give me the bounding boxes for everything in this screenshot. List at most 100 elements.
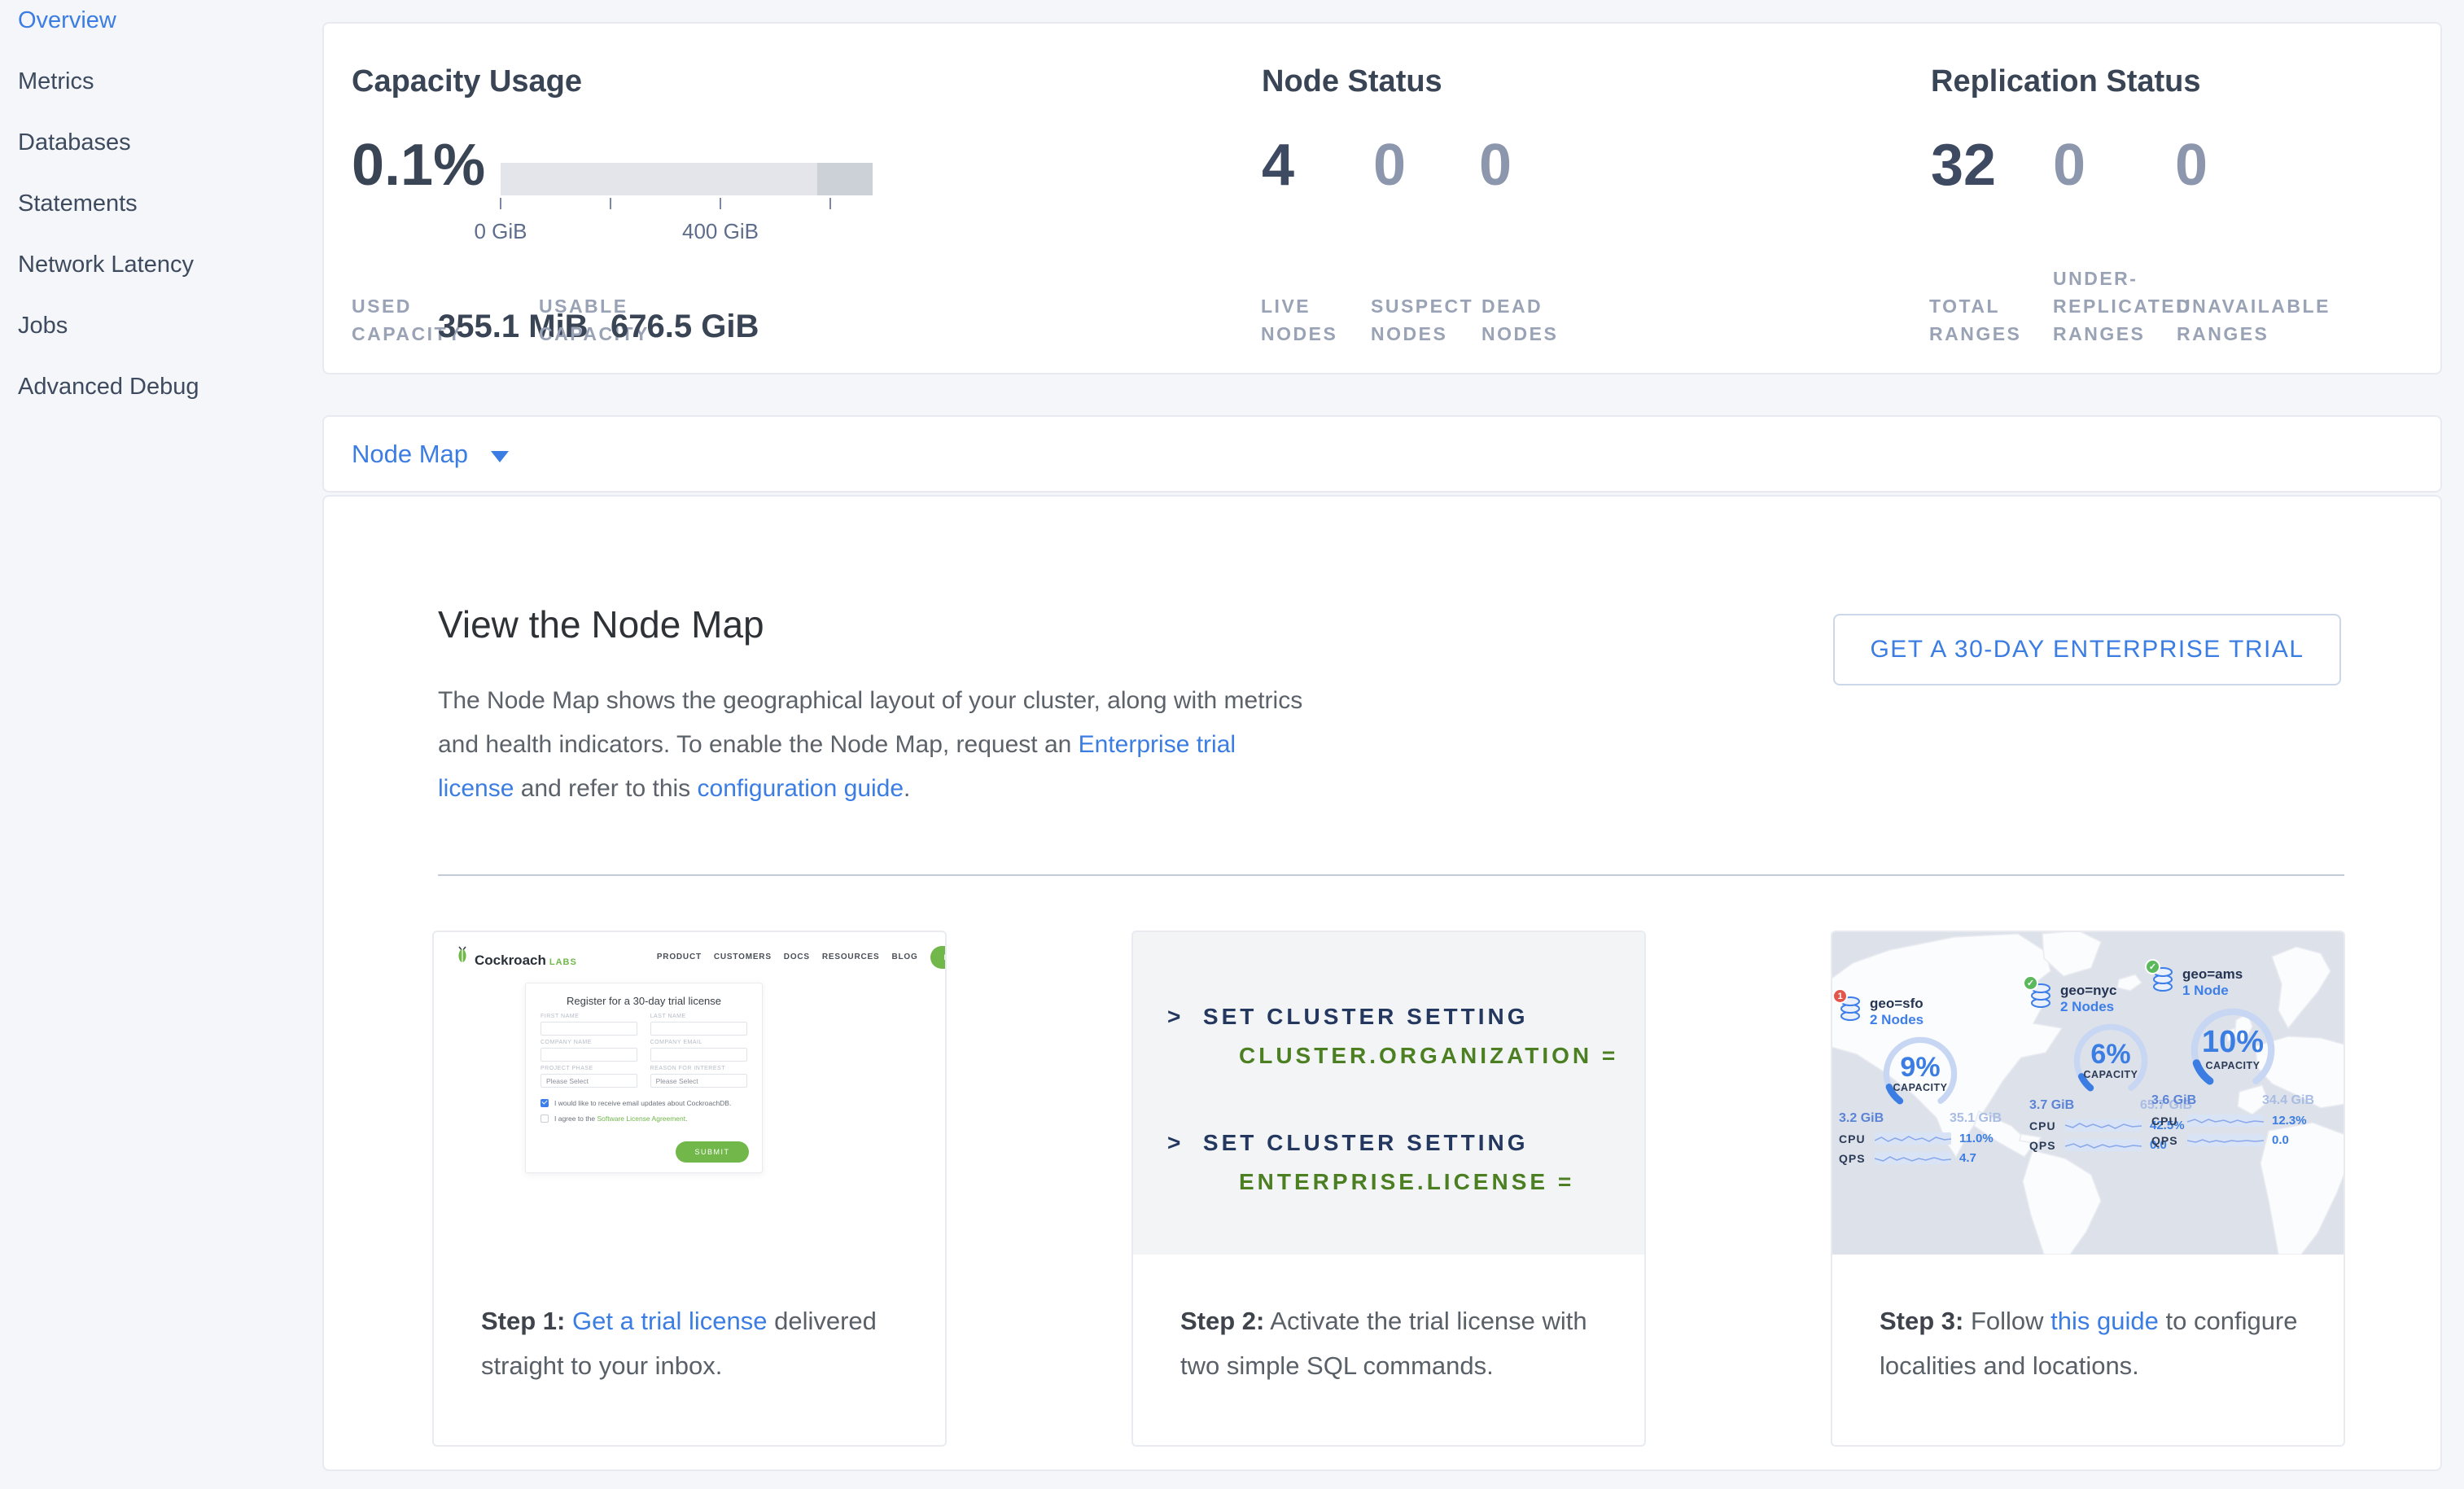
qps-metric: QPS 0.0 bbox=[2151, 1133, 2314, 1147]
qps-value: 4.7 bbox=[1959, 1151, 2002, 1165]
cpu-metric: CPU 12.3% bbox=[2151, 1114, 2314, 1128]
capacity-other-usage-segment bbox=[817, 163, 873, 195]
capacity-usage-title: Capacity Usage bbox=[352, 64, 582, 99]
email-updates-checkbox-label: I would like to receive email updates ab… bbox=[554, 1099, 731, 1107]
project-phase-select: Please Select bbox=[541, 1074, 637, 1088]
cluster-summary-card: Capacity Usage 0.1% 0 GiB 400 GiB USED C… bbox=[322, 22, 2442, 374]
configuration-guide-link[interactable]: configuration guide bbox=[698, 775, 904, 802]
node-map-description: The Node Map shows the geographical layo… bbox=[438, 679, 1313, 811]
capacity-gauge: 6% CAPACITY bbox=[2067, 1018, 2155, 1103]
node-map-enable-panel: View the Node Map The Node Map shows the… bbox=[322, 495, 2442, 1471]
locality-name: geo=nyc bbox=[2060, 983, 2116, 999]
cpu-value: 12.3% bbox=[2272, 1114, 2314, 1128]
capacity-percent: 6% bbox=[2067, 1039, 2155, 1071]
checkbox-unchecked-icon bbox=[541, 1115, 549, 1123]
locality-node-count: 2 Nodes bbox=[2060, 999, 2116, 1015]
capacity-usage-bar bbox=[501, 163, 873, 195]
step-3-caption: Step 3: Follow this guide to configure l… bbox=[1880, 1298, 2311, 1388]
axis-tick bbox=[720, 198, 721, 209]
locality-name: geo=sfo bbox=[1870, 996, 1923, 1012]
step-1-card: Cockroach LABS PRODUCT CUSTOMERS DOCS RE… bbox=[432, 931, 947, 1447]
unavailable-ranges-label: UNAVAILABLE RANGES bbox=[2177, 292, 2331, 348]
mini-site-nav: Cockroach LABS PRODUCT CUSTOMERS DOCS RE… bbox=[454, 945, 847, 969]
total-ranges-label: TOTAL RANGES bbox=[1929, 292, 2021, 348]
mini-site-nav-links: PRODUCT CUSTOMERS DOCS RESOURCES BLOG bbox=[657, 953, 930, 961]
sidebar-item-databases[interactable]: Databases bbox=[0, 112, 322, 173]
axis-tick bbox=[610, 198, 611, 209]
sidebar-item-network-latency[interactable]: Network Latency bbox=[0, 234, 322, 296]
company-name-field bbox=[541, 1048, 637, 1062]
get-enterprise-trial-button[interactable]: GET A 30-DAY ENTERPRISE TRIAL bbox=[1833, 614, 2341, 685]
under-replicated-ranges-value: 0 bbox=[2053, 136, 2085, 195]
license-agreement-checkbox-label: I agree to the Software License Agreemen… bbox=[554, 1115, 688, 1123]
mini-site-download-button: DOWNLOAD bbox=[930, 946, 945, 969]
axis-tick-label: 0 GiB bbox=[454, 219, 547, 244]
cpu-sparkline bbox=[2065, 1119, 2142, 1132]
sql-command-line: > SET CLUSTER SETTING bbox=[1167, 1004, 1529, 1030]
locality-sfo: 1 geo=sfo 2 Nodes bbox=[1839, 996, 2002, 1165]
locality-ams: ✓ geo=ams 1 Node bbox=[2151, 966, 2314, 1147]
sidebar-item-statements[interactable]: Statements bbox=[0, 173, 322, 234]
qps-sparkline bbox=[2065, 1139, 2142, 1151]
step-2-caption: Step 2: Activate the trial license with … bbox=[1180, 1298, 1612, 1388]
sql-commands-preview: > SET CLUSTER SETTING CLUSTER.ORGANIZATI… bbox=[1133, 932, 1644, 1255]
capacity-usage-percent: 0.1% bbox=[352, 136, 485, 195]
axis-tick bbox=[829, 198, 831, 209]
chevron-down-icon bbox=[491, 451, 509, 462]
qps-metric: QPS 4.7 bbox=[1839, 1151, 2002, 1165]
capacity-percent: 10% bbox=[2183, 1025, 2282, 1060]
capacity-label: CAPACITY bbox=[1876, 1082, 1964, 1093]
ok-badge-icon: ✓ bbox=[2023, 975, 2038, 991]
capacity-percent: 9% bbox=[1876, 1052, 1964, 1084]
this-guide-link[interactable]: this guide bbox=[2050, 1307, 2159, 1335]
sql-command-line: > SET CLUSTER SETTING bbox=[1167, 1130, 1529, 1156]
suspect-nodes-label: SUSPECT NODES bbox=[1371, 292, 1473, 348]
sidebar-item-advanced-debug[interactable]: Advanced Debug bbox=[0, 357, 322, 418]
locality-node-count: 1 Node bbox=[2182, 983, 2243, 999]
qps-value: 0.0 bbox=[2272, 1133, 2314, 1147]
company-email-field bbox=[650, 1048, 747, 1062]
node-map-dropdown-label: Node Map bbox=[352, 440, 468, 469]
sidebar-item-jobs[interactable]: Jobs bbox=[0, 296, 322, 357]
sql-setting-line: CLUSTER.ORGANIZATION = bbox=[1239, 1043, 1618, 1069]
cockroach-labs-logo: Cockroach LABS bbox=[454, 945, 577, 969]
trial-register-form-title: Register for a 30-day trial license bbox=[541, 995, 747, 1007]
trial-license-site-screenshot: Cockroach LABS PRODUCT CUSTOMERS DOCS RE… bbox=[434, 932, 945, 1255]
checkbox-checked-icon bbox=[541, 1099, 549, 1107]
node-map-preview-image: 1 geo=sfo 2 Nodes bbox=[1832, 932, 2344, 1255]
view-selector-bar: Node Map bbox=[322, 415, 2442, 493]
capacity-label: CAPACITY bbox=[2067, 1069, 2155, 1080]
replication-status-title: Replication Status bbox=[1931, 64, 2201, 99]
cpu-metric: CPU 11.0% bbox=[1839, 1132, 2002, 1145]
dead-nodes-value: 0 bbox=[1479, 136, 1512, 195]
capacity-label: CAPACITY bbox=[2183, 1060, 2282, 1071]
locality-node-count: 2 Nodes bbox=[1870, 1012, 1923, 1028]
live-nodes-label: LIVE NODES bbox=[1261, 292, 1337, 348]
reason-for-interest-select: Please Select bbox=[650, 1074, 747, 1088]
usable-capacity-value: 676.5 GiB bbox=[611, 309, 759, 345]
dead-nodes-label: DEAD NODES bbox=[1481, 292, 1558, 348]
last-name-field bbox=[650, 1022, 747, 1036]
first-name-field bbox=[541, 1022, 637, 1036]
node-status-title: Node Status bbox=[1262, 64, 1442, 99]
cpu-sparkline bbox=[1875, 1132, 1951, 1145]
axis-tick-label: 400 GiB bbox=[666, 219, 775, 244]
locality-name: geo=ams bbox=[2182, 966, 2243, 983]
sidebar-item-overview[interactable]: Overview bbox=[0, 0, 322, 51]
description-text: and refer to this bbox=[514, 775, 697, 802]
cockroach-logo-icon bbox=[454, 945, 470, 965]
sidebar-item-metrics[interactable]: Metrics bbox=[0, 51, 322, 112]
step-2-card: > SET CLUSTER SETTING CLUSTER.ORGANIZATI… bbox=[1131, 931, 1646, 1447]
get-trial-license-link[interactable]: Get a trial license bbox=[572, 1307, 768, 1335]
qps-sparkline bbox=[2187, 1134, 2264, 1146]
capacity-gauge: 10% CAPACITY bbox=[2183, 1002, 2282, 1098]
node-map-dropdown[interactable]: Node Map bbox=[352, 440, 509, 469]
mini-site-submit-button: SUBMIT bbox=[676, 1141, 749, 1163]
axis-tick bbox=[500, 198, 501, 209]
live-nodes-value: 4 bbox=[1262, 136, 1294, 195]
trial-register-form: Register for a 30-day trial license FIRS… bbox=[525, 983, 763, 1173]
ok-badge-icon: ✓ bbox=[2145, 959, 2160, 974]
page-title: View the Node Map bbox=[438, 602, 764, 646]
description-text: . bbox=[904, 775, 910, 802]
total-ranges-value: 32 bbox=[1931, 136, 1996, 195]
